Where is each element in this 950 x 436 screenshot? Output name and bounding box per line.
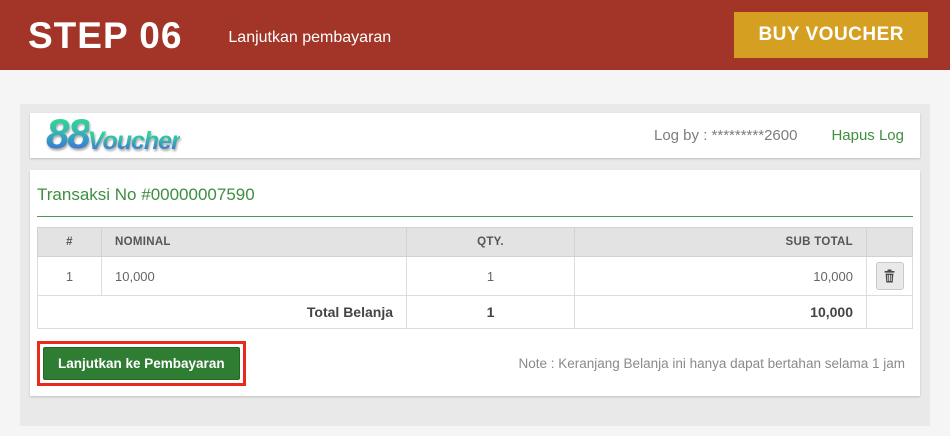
header-nominal: NOMINAL (102, 228, 407, 257)
cell-nominal: 10,000 (102, 257, 407, 296)
header-actions (867, 228, 913, 257)
hapus-log-link[interactable]: Hapus Log (831, 127, 904, 144)
cell-index: 1 (38, 257, 102, 296)
trash-icon (883, 269, 896, 283)
total-belanja-label: Total Belanja (38, 296, 407, 329)
header-qty: QTY. (407, 228, 575, 257)
step-description: Lanjutkan pembayaran (228, 29, 391, 47)
panel-footer: Lanjutkan ke Pembayaran Note : Keranjang… (37, 341, 913, 388)
card-header: 88 Voucher Log by : *********2600 Hapus … (30, 113, 920, 158)
cart-total-row: Total Belanja 1 10,000 (38, 296, 913, 329)
log-by-text: Log by : *********2600 (654, 127, 797, 144)
buy-voucher-button[interactable]: BUY VOUCHER (734, 12, 928, 58)
total-qty: 1 (407, 296, 575, 329)
cart-table-header-row: # NOMINAL QTY. SUB TOTAL (38, 228, 913, 257)
cart-item-row: 1 10,000 1 10,000 (38, 257, 913, 296)
delete-item-button[interactable] (876, 262, 904, 290)
log-by-masked-account: *********2600 (712, 127, 798, 144)
step-banner: STEP 06 Lanjutkan pembayaran BUY VOUCHER (0, 0, 950, 70)
step-label: STEP 06 (28, 17, 182, 54)
header-index: # (38, 228, 102, 257)
highlight-box: Lanjutkan ke Pembayaran (37, 341, 246, 386)
88voucher-logo: 88 Voucher (46, 115, 180, 153)
logo-part-88: 88 (46, 115, 89, 153)
total-actions-empty (867, 296, 913, 329)
checkout-card: 88 Voucher Log by : *********2600 Hapus … (20, 104, 930, 426)
transaction-panel: Transaksi No #00000007590 # NOMINAL QTY.… (30, 170, 920, 396)
cart-table: # NOMINAL QTY. SUB TOTAL 1 10,000 1 10,0… (37, 227, 913, 329)
cart-note-text: Note : Keranjang Belanja ini hanya dapat… (518, 356, 913, 371)
transaction-number-title: Transaksi No #00000007590 (37, 178, 913, 217)
total-subtotal: 10,000 (575, 296, 867, 329)
lanjutkan-ke-pembayaran-button[interactable]: Lanjutkan ke Pembayaran (43, 347, 240, 380)
log-by-label: Log by : (654, 127, 712, 144)
header-subtotal: SUB TOTAL (575, 228, 867, 257)
cell-subtotal: 10,000 (575, 257, 867, 296)
cell-qty: 1 (407, 257, 575, 296)
logo-part-voucher: Voucher (88, 130, 180, 153)
cell-actions (867, 257, 913, 296)
